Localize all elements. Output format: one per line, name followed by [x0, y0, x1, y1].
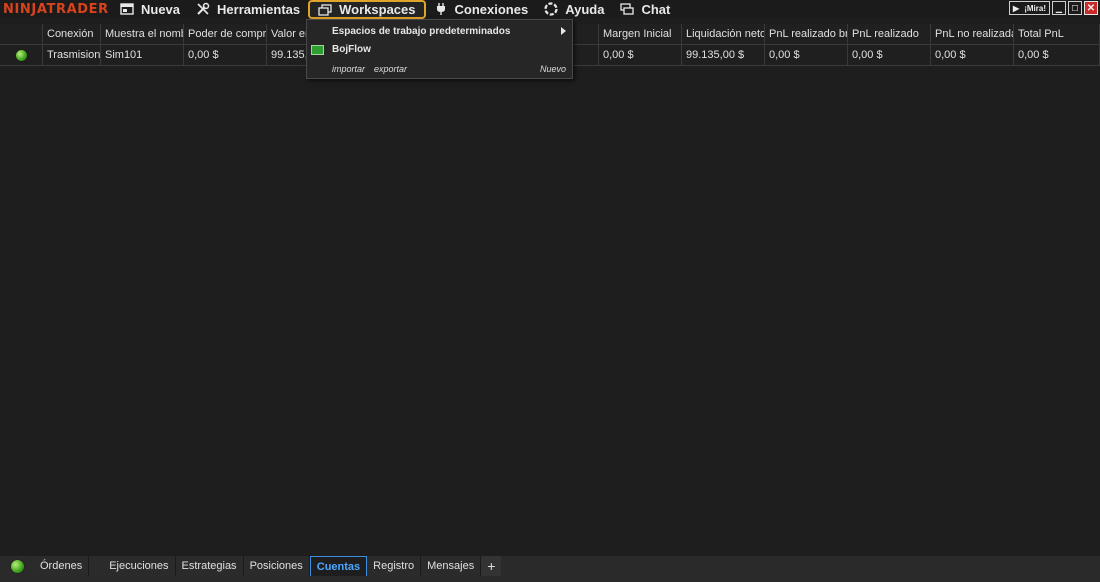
menu-workspaces-label: Workspaces: [339, 2, 416, 17]
lifebuoy-icon: [544, 2, 558, 16]
tools-icon: [196, 2, 210, 16]
connected-status-icon: [10, 559, 24, 573]
workspace-item-bojflow[interactable]: BojFlow: [311, 44, 576, 55]
status-strip: [0, 576, 1100, 582]
menu-workspaces[interactable]: Workspaces: [308, 0, 426, 19]
cell-realized-pnl: 0,00 $: [848, 45, 931, 66]
tab-cuentas[interactable]: Cuentas: [309, 556, 368, 576]
minimize-button[interactable]: ▁: [1052, 1, 1066, 15]
workspaces-dropdown: Espacios de trabajo predeterminados BojF…: [306, 19, 573, 79]
new-window-icon: [120, 3, 134, 16]
workspace-icon: [311, 44, 324, 55]
add-tab-button[interactable]: +: [481, 556, 502, 576]
workspace-item-label: BojFlow: [332, 44, 371, 55]
menu-bar: NINJATRADER Nueva Herramientas Workspace…: [0, 0, 1100, 19]
close-icon: ✕: [1086, 2, 1096, 14]
mira-button[interactable]: ▶ ¡Mira!: [1009, 1, 1050, 15]
col-header-realized-pnl[interactable]: PnL realizado: [848, 24, 931, 45]
menu-herramientas-label: Herramientas: [217, 1, 301, 17]
menu-conexiones[interactable]: Conexiones: [426, 0, 537, 18]
col-header-net-liquidation[interactable]: Liquidación neto: [682, 24, 765, 45]
col-header-unrealized-pnl[interactable]: PnL no realizadas: [931, 24, 1014, 45]
col-header-buying-power[interactable]: Poder de compra: [184, 24, 267, 45]
col-header-total-pnl[interactable]: Total PnL: [1014, 24, 1100, 45]
menu-ayuda-label: Ayuda: [565, 1, 605, 17]
cell-display-name: Sim101: [101, 45, 184, 66]
menu-conexiones-label: Conexiones: [454, 1, 529, 17]
col-header-gross-realized-pnl[interactable]: PnL realizado bru: [765, 24, 848, 45]
col-header-connection[interactable]: Conexión: [43, 24, 101, 45]
connection-status-cell: [0, 45, 43, 66]
submenu-arrow-icon: [561, 27, 566, 35]
tab-ejecuciones[interactable]: Ejecuciones: [89, 556, 176, 576]
window-controls: ▶ ¡Mira! ▁ ☐ ✕: [1009, 1, 1098, 15]
connection-indicator[interactable]: [0, 556, 34, 576]
maximize-button[interactable]: ☐: [1068, 1, 1082, 15]
tab-mensajes[interactable]: Mensajes: [421, 556, 482, 576]
cell-total-pnl: 0,00 $: [1014, 45, 1100, 66]
close-button[interactable]: ✕: [1084, 1, 1098, 15]
tab-posiciones[interactable]: Posiciones: [243, 556, 310, 576]
workspaces-icon: [318, 3, 332, 16]
default-workspaces-item[interactable]: Espacios de trabajo predeterminados: [332, 26, 510, 37]
menu-nueva[interactable]: Nueva: [112, 0, 188, 18]
connected-status-icon: [15, 49, 27, 61]
cell-gross-realized-pnl: 0,00 $: [765, 45, 848, 66]
chat-icon: [620, 2, 635, 16]
bottom-tab-bar: Órdenes Ejecuciones Estrategias Posicion…: [0, 556, 1100, 576]
cell-net-liquidation: 99.135,00 $: [682, 45, 765, 66]
cell-buying-power: 0,00 $: [184, 45, 267, 66]
cell-connection: Trasmision: [43, 45, 101, 66]
col-header-display-name[interactable]: Muestra el nomb: [101, 24, 184, 45]
menu-nueva-label: Nueva: [141, 1, 181, 17]
new-workspace-link[interactable]: Nuevo: [540, 64, 566, 74]
export-link[interactable]: exportar: [374, 64, 407, 74]
mira-label: ¡Mira!: [1024, 3, 1046, 13]
import-link[interactable]: importar: [332, 64, 365, 74]
col-header-initial-margin[interactable]: Margen Inicial: [599, 24, 682, 45]
cell-unrealized-pnl: 0,00 $: [931, 45, 1014, 66]
maximize-icon: ☐: [1071, 3, 1079, 13]
app-logo: NINJATRADER: [3, 1, 109, 17]
play-icon: ▶: [1013, 3, 1020, 13]
menu-chat-label: Chat: [641, 1, 671, 17]
tab-estrategias[interactable]: Estrategias: [175, 556, 244, 576]
plug-icon: [434, 3, 448, 16]
tab-registro[interactable]: Registro: [367, 556, 422, 576]
menu-chat[interactable]: Chat: [612, 0, 678, 18]
col-header-status[interactable]: [0, 24, 43, 45]
minimize-icon: ▁: [1055, 3, 1063, 13]
menu-herramientas[interactable]: Herramientas: [188, 0, 308, 18]
cell-initial-margin: 0,00 $: [599, 45, 682, 66]
tab-ordenes[interactable]: Órdenes: [34, 556, 90, 576]
menu-ayuda[interactable]: Ayuda: [536, 0, 612, 18]
